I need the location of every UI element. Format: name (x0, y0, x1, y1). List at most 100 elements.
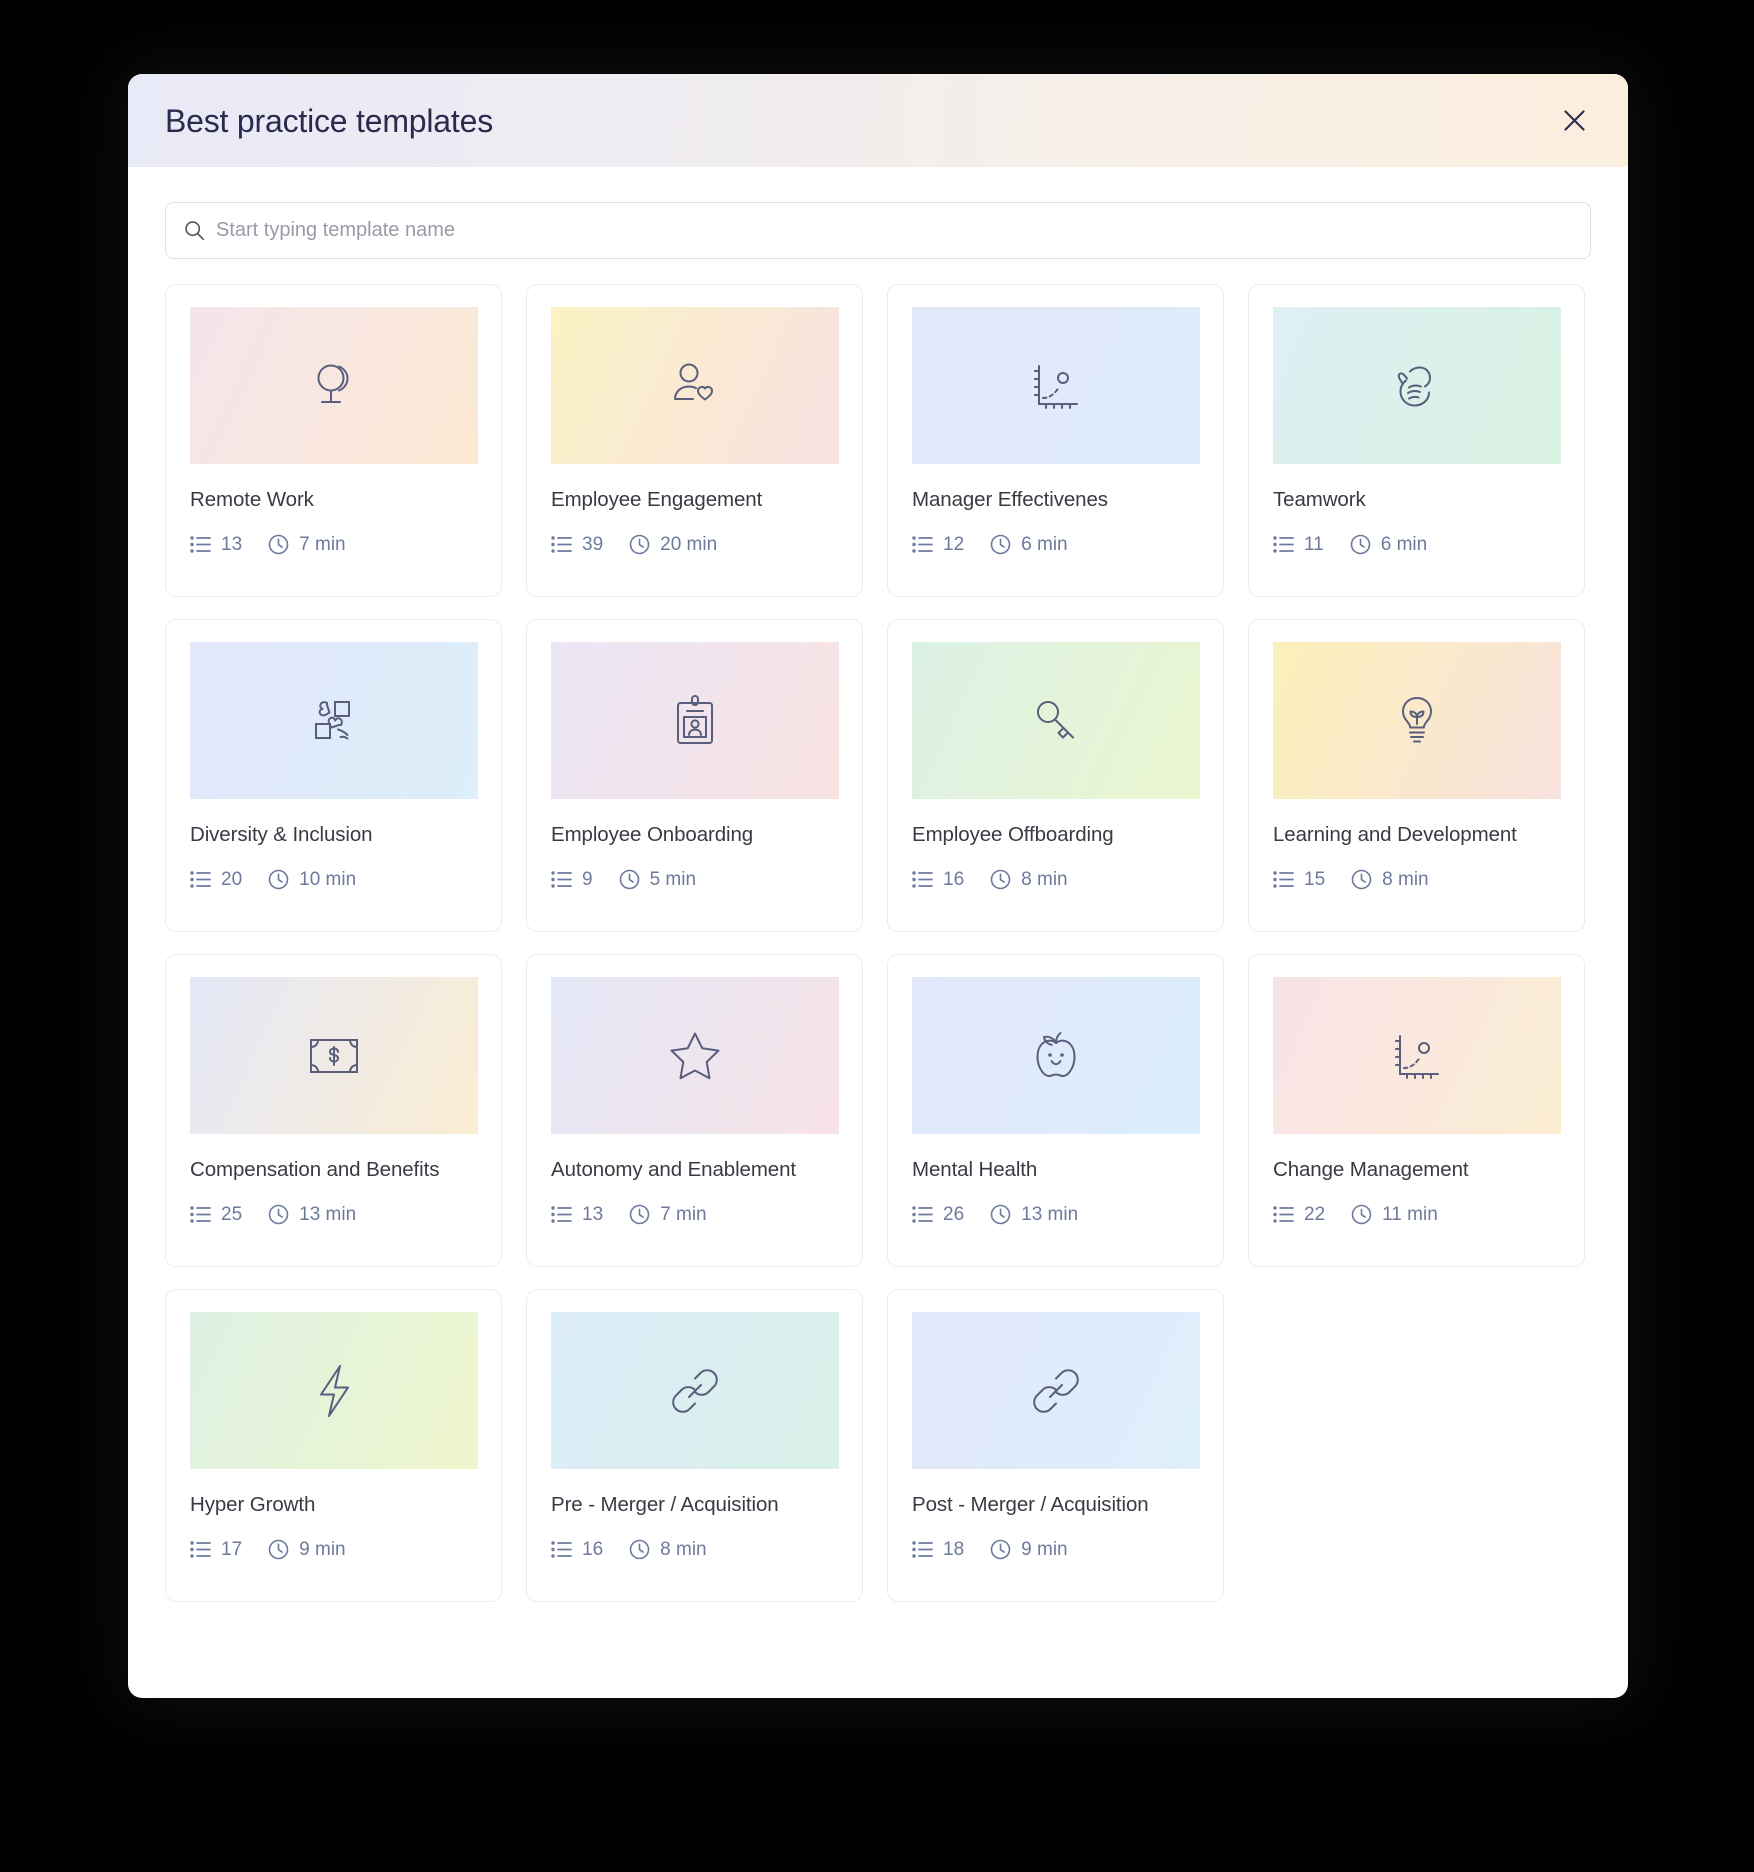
template-title: Employee Offboarding (912, 823, 1114, 846)
clock-icon (619, 869, 640, 890)
page-title: Best practice templates (165, 102, 493, 139)
template-title: Remote Work (190, 488, 314, 511)
template-card[interactable]: Post - Merger / Acquisition 18 9 min (887, 1289, 1224, 1602)
template-meta: 22 11 min (1273, 1204, 1560, 1225)
duration: 5 min (619, 869, 696, 890)
template-card[interactable]: Diversity & Inclusion 20 10 min (165, 619, 502, 932)
key-icon (1030, 695, 1082, 747)
list-icon (190, 535, 211, 554)
question-count: 16 (912, 870, 964, 889)
template-card[interactable]: Employee Onboarding 9 5 min (526, 619, 863, 932)
template-title: Employee Engagement (551, 488, 763, 511)
duration: 7 min (268, 534, 346, 555)
banknote-icon (306, 1035, 362, 1077)
template-card[interactable]: Mental Health 26 13 min (887, 954, 1224, 1267)
duration: 9 min (990, 1539, 1068, 1560)
list-icon (551, 535, 572, 554)
template-thumbnail (551, 642, 839, 799)
template-card[interactable]: Compensation and Benefits 25 13 min (165, 954, 502, 1267)
template-title: Diversity & Inclusion (190, 823, 373, 846)
question-count: 16 (551, 1540, 603, 1559)
list-icon (190, 1540, 211, 1559)
clock-icon (990, 534, 1011, 555)
template-thumbnail (912, 1312, 1200, 1469)
template-meta: 13 7 min (551, 1204, 838, 1225)
question-count: 9 (551, 870, 593, 889)
template-thumbnail (1273, 642, 1561, 799)
template-title: Mental Health (912, 1158, 1038, 1181)
growth-chart-icon (1030, 360, 1082, 412)
globe-icon (306, 358, 362, 414)
search-input[interactable] (216, 219, 1572, 242)
template-meta: 12 6 min (912, 534, 1199, 555)
template-card[interactable]: Change Management 22 11 min (1248, 954, 1585, 1267)
question-count: 18 (912, 1540, 964, 1559)
template-meta: 11 6 min (1273, 534, 1560, 555)
template-thumbnail (912, 977, 1200, 1134)
template-card[interactable]: Learning and Development 15 8 min (1248, 619, 1585, 932)
search-bar[interactable] (165, 202, 1591, 259)
template-meta: 16 8 min (912, 869, 1199, 890)
template-card[interactable]: Employee Offboarding 16 8 min (887, 619, 1224, 932)
template-thumbnail (551, 1312, 839, 1469)
template-thumbnail (190, 642, 478, 799)
list-icon (551, 1205, 572, 1224)
duration: 11 min (1351, 1204, 1438, 1225)
template-card[interactable]: Autonomy and Enablement 13 7 min (526, 954, 863, 1267)
template-card[interactable]: Employee Engagement 39 20 min (526, 284, 863, 597)
close-button[interactable] (1554, 101, 1594, 141)
template-title: Hyper Growth (190, 1493, 316, 1516)
lightbulb-sprout-icon (1394, 693, 1440, 749)
template-card[interactable]: Teamwork 11 6 min (1248, 284, 1585, 597)
list-icon (551, 1540, 572, 1559)
clock-icon (990, 1204, 1011, 1225)
question-count: 12 (912, 535, 964, 554)
modal-header: Best practice templates (128, 74, 1628, 167)
clock-icon (629, 1204, 650, 1225)
template-title: Post - Merger / Acquisition (912, 1493, 1149, 1516)
question-count: 39 (551, 535, 603, 554)
template-title: Change Management (1273, 1158, 1469, 1181)
clock-icon (268, 534, 289, 555)
question-count: 15 (1273, 870, 1325, 889)
question-count: 13 (551, 1205, 603, 1224)
duration: 6 min (1350, 534, 1427, 555)
clock-icon (1351, 1204, 1372, 1225)
list-icon (912, 1540, 933, 1559)
list-icon (1273, 870, 1294, 889)
template-meta: 16 8 min (551, 1539, 838, 1560)
template-meta: 15 8 min (1273, 869, 1560, 890)
template-meta: 20 10 min (190, 869, 477, 890)
duration: 7 min (629, 1204, 707, 1225)
template-card[interactable]: Hyper Growth 17 9 min (165, 1289, 502, 1602)
clock-icon (990, 869, 1011, 890)
template-meta: 25 13 min (190, 1204, 477, 1225)
template-thumbnail (551, 307, 839, 464)
template-thumbnail (190, 977, 478, 1134)
lightning-bolt-icon (311, 1362, 357, 1420)
list-icon (551, 870, 572, 889)
question-count: 26 (912, 1205, 964, 1224)
star-icon (667, 1029, 723, 1083)
template-card[interactable]: Manager Effectivenes 12 6 min (887, 284, 1224, 597)
modal-body: Remote Work 13 7 min Employee Engageme (128, 167, 1628, 1698)
question-count: 17 (190, 1540, 242, 1559)
template-thumbnail (1273, 977, 1561, 1134)
template-card[interactable]: Remote Work 13 7 min (165, 284, 502, 597)
template-title: Pre - Merger / Acquisition (551, 1493, 779, 1516)
question-count: 22 (1273, 1205, 1325, 1224)
template-thumbnail (551, 977, 839, 1134)
template-title: Autonomy and Enablement (551, 1158, 797, 1181)
person-heart-icon (667, 358, 723, 414)
list-icon (1273, 1205, 1294, 1224)
template-card[interactable]: Pre - Merger / Acquisition 16 8 min (526, 1289, 863, 1602)
template-thumbnail (912, 307, 1200, 464)
clock-icon (1350, 534, 1371, 555)
template-meta: 39 20 min (551, 534, 838, 555)
duration: 8 min (629, 1539, 707, 1560)
duration: 20 min (629, 534, 717, 555)
template-grid: Remote Work 13 7 min Employee Engagement… (165, 284, 1591, 1602)
template-title: Employee Onboarding (551, 823, 754, 846)
list-icon (912, 870, 933, 889)
list-icon (190, 1205, 211, 1224)
